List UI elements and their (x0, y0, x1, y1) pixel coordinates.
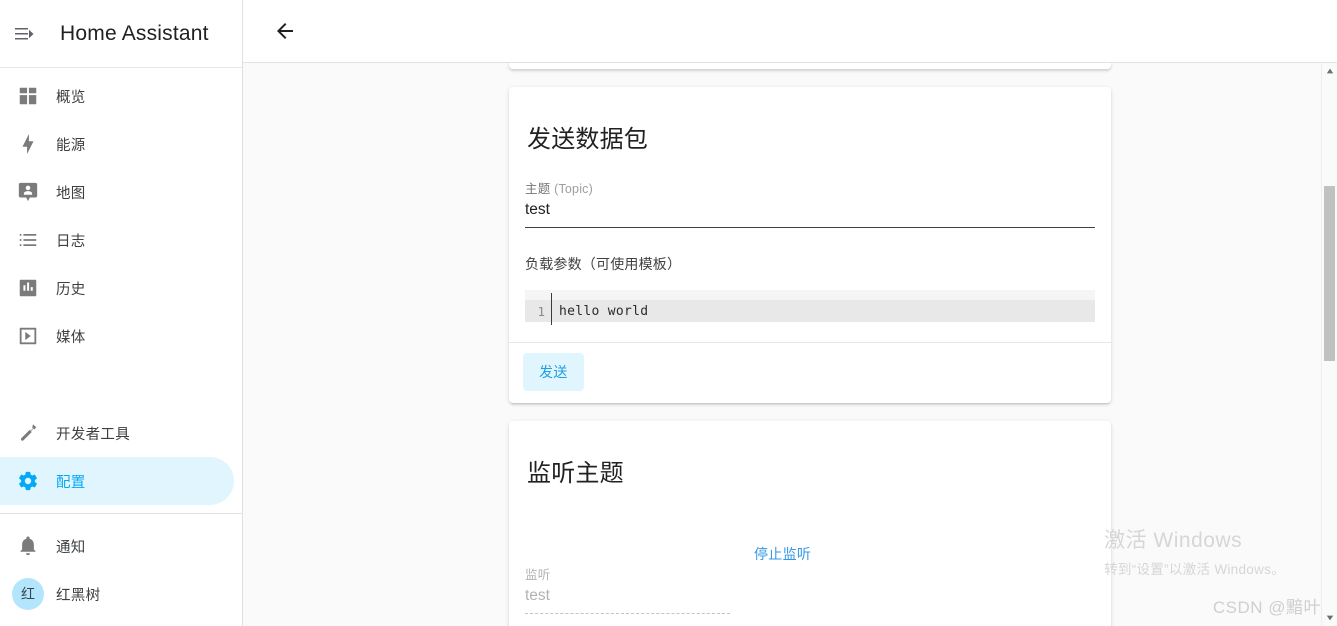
sidebar-item-label: 概览 (56, 89, 86, 106)
chart-box-icon (0, 277, 56, 299)
sidebar-item-label: 红黑树 (56, 587, 101, 604)
bell-icon (0, 535, 56, 557)
content-scroll-area[interactable]: 发送数据包 主题 (Topic) test 负载参数（可使用模板） 1 hell… (243, 63, 1337, 626)
listen-field-label: 监听 (525, 568, 551, 582)
sidebar-item-label: 媒体 (56, 329, 86, 346)
topic-label-cn: 主题 (525, 182, 551, 196)
code-line-text: hello world (559, 303, 649, 319)
listen-card-title: 监听主题 (527, 460, 624, 487)
listen-topic-card: 监听主题 监听 test 停止监听 15:42 收到关于 test 的消息[ 0… (509, 421, 1111, 626)
sidebar-item-map[interactable]: 地图 (0, 168, 234, 216)
publish-card-title: 发送数据包 (527, 126, 648, 153)
publish-card-body: 发送数据包 主题 (Topic) test 负载参数（可使用模板） 1 hell… (509, 87, 1111, 342)
map-marker-account-icon (0, 181, 56, 203)
avatar: 红 (0, 578, 56, 610)
topic-field-label: 主题 (Topic) (525, 178, 1095, 197)
card-above-peek (509, 63, 1111, 69)
listen-field-underline (525, 613, 730, 614)
sidebar-item-label: 地图 (56, 185, 86, 202)
view-dashboard-icon (0, 85, 56, 107)
sidebar-item-label: 通知 (56, 539, 86, 556)
listen-topic-input: test (525, 587, 550, 604)
sidebar-item-configuration[interactable]: 配置 (0, 457, 234, 505)
line-number: 1 (537, 303, 545, 319)
sidebar-item-label: 日志 (56, 233, 86, 250)
content-column: 发送数据包 主题 (Topic) test 负载参数（可使用模板） 1 hell… (252, 63, 1328, 626)
sidebar-item-history[interactable]: 历史 (0, 264, 234, 312)
content-scrollbar[interactable] (1321, 63, 1337, 626)
topic-input[interactable]: test (525, 201, 1095, 227)
sidebar-header: Home Assistant (0, 0, 242, 68)
avatar-initial: 红 (12, 578, 44, 610)
sidebar-item-label: 配置 (56, 474, 86, 491)
sidebar-item-overview[interactable]: 概览 (0, 72, 234, 120)
sidebar: Home Assistant 概览 能源 地图 日志 历史 媒体 开发者工具 配… (0, 0, 243, 626)
code-line-wrap: hello world (551, 292, 1095, 325)
code-line-row[interactable]: 1 hello world (525, 292, 1095, 325)
arrow-left-icon[interactable] (261, 7, 309, 55)
menu-collapse-icon[interactable] (0, 10, 48, 58)
app-root: Home Assistant 概览 能源 地图 日志 历史 媒体 开发者工具 配… (0, 0, 1337, 626)
sidebar-item-developer-tools[interactable]: 开发者工具 (0, 409, 234, 457)
sidebar-item-label: 能源 (56, 137, 86, 154)
sidebar-item-user[interactable]: 红 红黑树 (0, 570, 234, 618)
listen-card-body: 监听主题 监听 test 停止监听 15:42 收到关于 test 的消息[ 0… (509, 421, 1111, 626)
publish-packet-card: 发送数据包 主题 (Topic) test 负载参数（可使用模板） 1 hell… (509, 87, 1111, 403)
listen-topic-field: 监听 test (525, 564, 730, 614)
sidebar-item-media[interactable]: 媒体 (0, 312, 234, 360)
sidebar-nav-bottom: 通知 红 红黑树 (0, 522, 242, 626)
scrollbar-thumb[interactable] (1324, 186, 1335, 361)
sidebar-item-label: 历史 (56, 281, 86, 298)
topic-label-en: (Topic) (554, 182, 593, 196)
sidebar-nav-primary: 概览 能源 地图 日志 历史 媒体 (0, 68, 242, 360)
topic-field-underline (525, 227, 1095, 228)
payload-code-editor[interactable]: 1 hello world (525, 290, 1095, 325)
format-list-bulleted-icon (0, 229, 56, 251)
sidebar-nav-tools: 开发者工具 配置 (0, 409, 242, 505)
app-title: Home Assistant (60, 21, 209, 45)
sidebar-divider (0, 513, 242, 514)
sidebar-item-notifications[interactable]: 通知 (0, 522, 234, 570)
scroll-up-arrow-icon[interactable] (1322, 63, 1337, 79)
play-box-icon (0, 325, 56, 347)
publish-card-actions: 发送 (509, 342, 1111, 403)
topic-field[interactable]: 主题 (Topic) test (525, 178, 1095, 228)
text-caret (551, 292, 552, 325)
send-button[interactable]: 发送 (523, 353, 584, 391)
sidebar-item-energy[interactable]: 能源 (0, 120, 234, 168)
sidebar-item-label: 开发者工具 (56, 426, 130, 443)
listen-controls-row: 监听 test 停止监听 (525, 542, 1095, 614)
main-area: 发送数据包 主题 (Topic) test 负载参数（可使用模板） 1 hell… (243, 0, 1337, 626)
hammer-wrench-icon (0, 422, 56, 444)
stop-listening-button[interactable]: 停止监听 (754, 544, 811, 564)
lightning-bolt-icon (0, 133, 56, 155)
payload-label: 负载参数（可使用模板） (525, 256, 682, 272)
top-toolbar (243, 0, 1337, 63)
cog-icon (0, 470, 56, 492)
sidebar-item-logbook[interactable]: 日志 (0, 216, 234, 264)
scroll-down-arrow-icon[interactable] (1322, 610, 1337, 626)
